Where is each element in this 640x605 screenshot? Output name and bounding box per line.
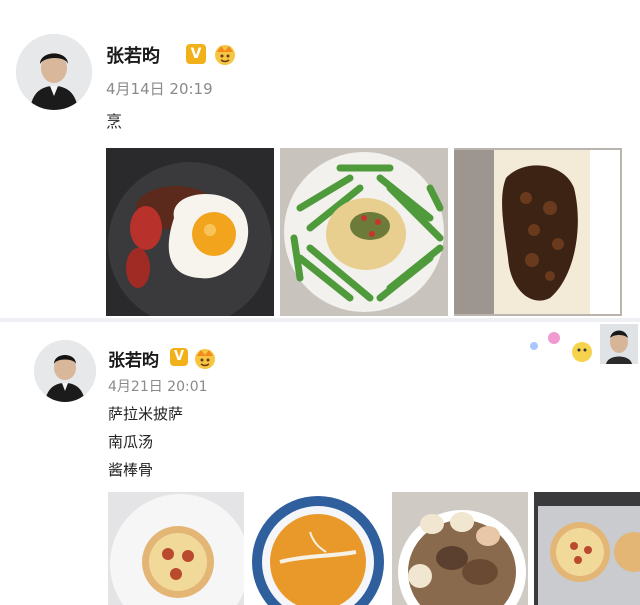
card-decoration <box>520 324 638 368</box>
post-timestamp[interactable]: 4月14日 20:19 <box>106 78 213 99</box>
post-text-line: 烹 <box>106 112 123 131</box>
post-card: 张若昀 V 4月14日 20:19 烹 <box>0 0 640 318</box>
braised-bones-photo[interactable] <box>392 492 528 605</box>
pumpkin-soup-photo[interactable] <box>250 492 386 605</box>
meat-toast-photo[interactable] <box>454 148 622 316</box>
post-timestamp[interactable]: 4月21日 20:01 <box>108 376 208 396</box>
verified-badge: V <box>170 348 188 366</box>
username[interactable]: 张若昀 <box>108 346 159 371</box>
green-beans-rice-photo[interactable] <box>280 148 448 316</box>
post-text-line: 南瓜汤 <box>108 433 154 451</box>
post-text-line: 酱棒骨 <box>108 461 154 479</box>
username[interactable]: 张若昀 <box>106 42 160 68</box>
avatar[interactable] <box>16 34 92 110</box>
post-text-line: 萨拉米披萨 <box>108 405 184 423</box>
crown-icon <box>212 42 238 66</box>
tray-pizza-photo[interactable] <box>534 492 640 605</box>
crown-icon <box>192 346 218 370</box>
fried-egg-rice-photo[interactable] <box>106 148 274 316</box>
avatar[interactable] <box>34 340 96 402</box>
verified-badge: V <box>186 44 206 64</box>
post-card: 张若昀 V 4月21日 20:01 萨拉米披萨 南瓜汤 酱棒骨 <box>0 322 640 605</box>
salami-pizza-photo[interactable] <box>108 492 244 605</box>
